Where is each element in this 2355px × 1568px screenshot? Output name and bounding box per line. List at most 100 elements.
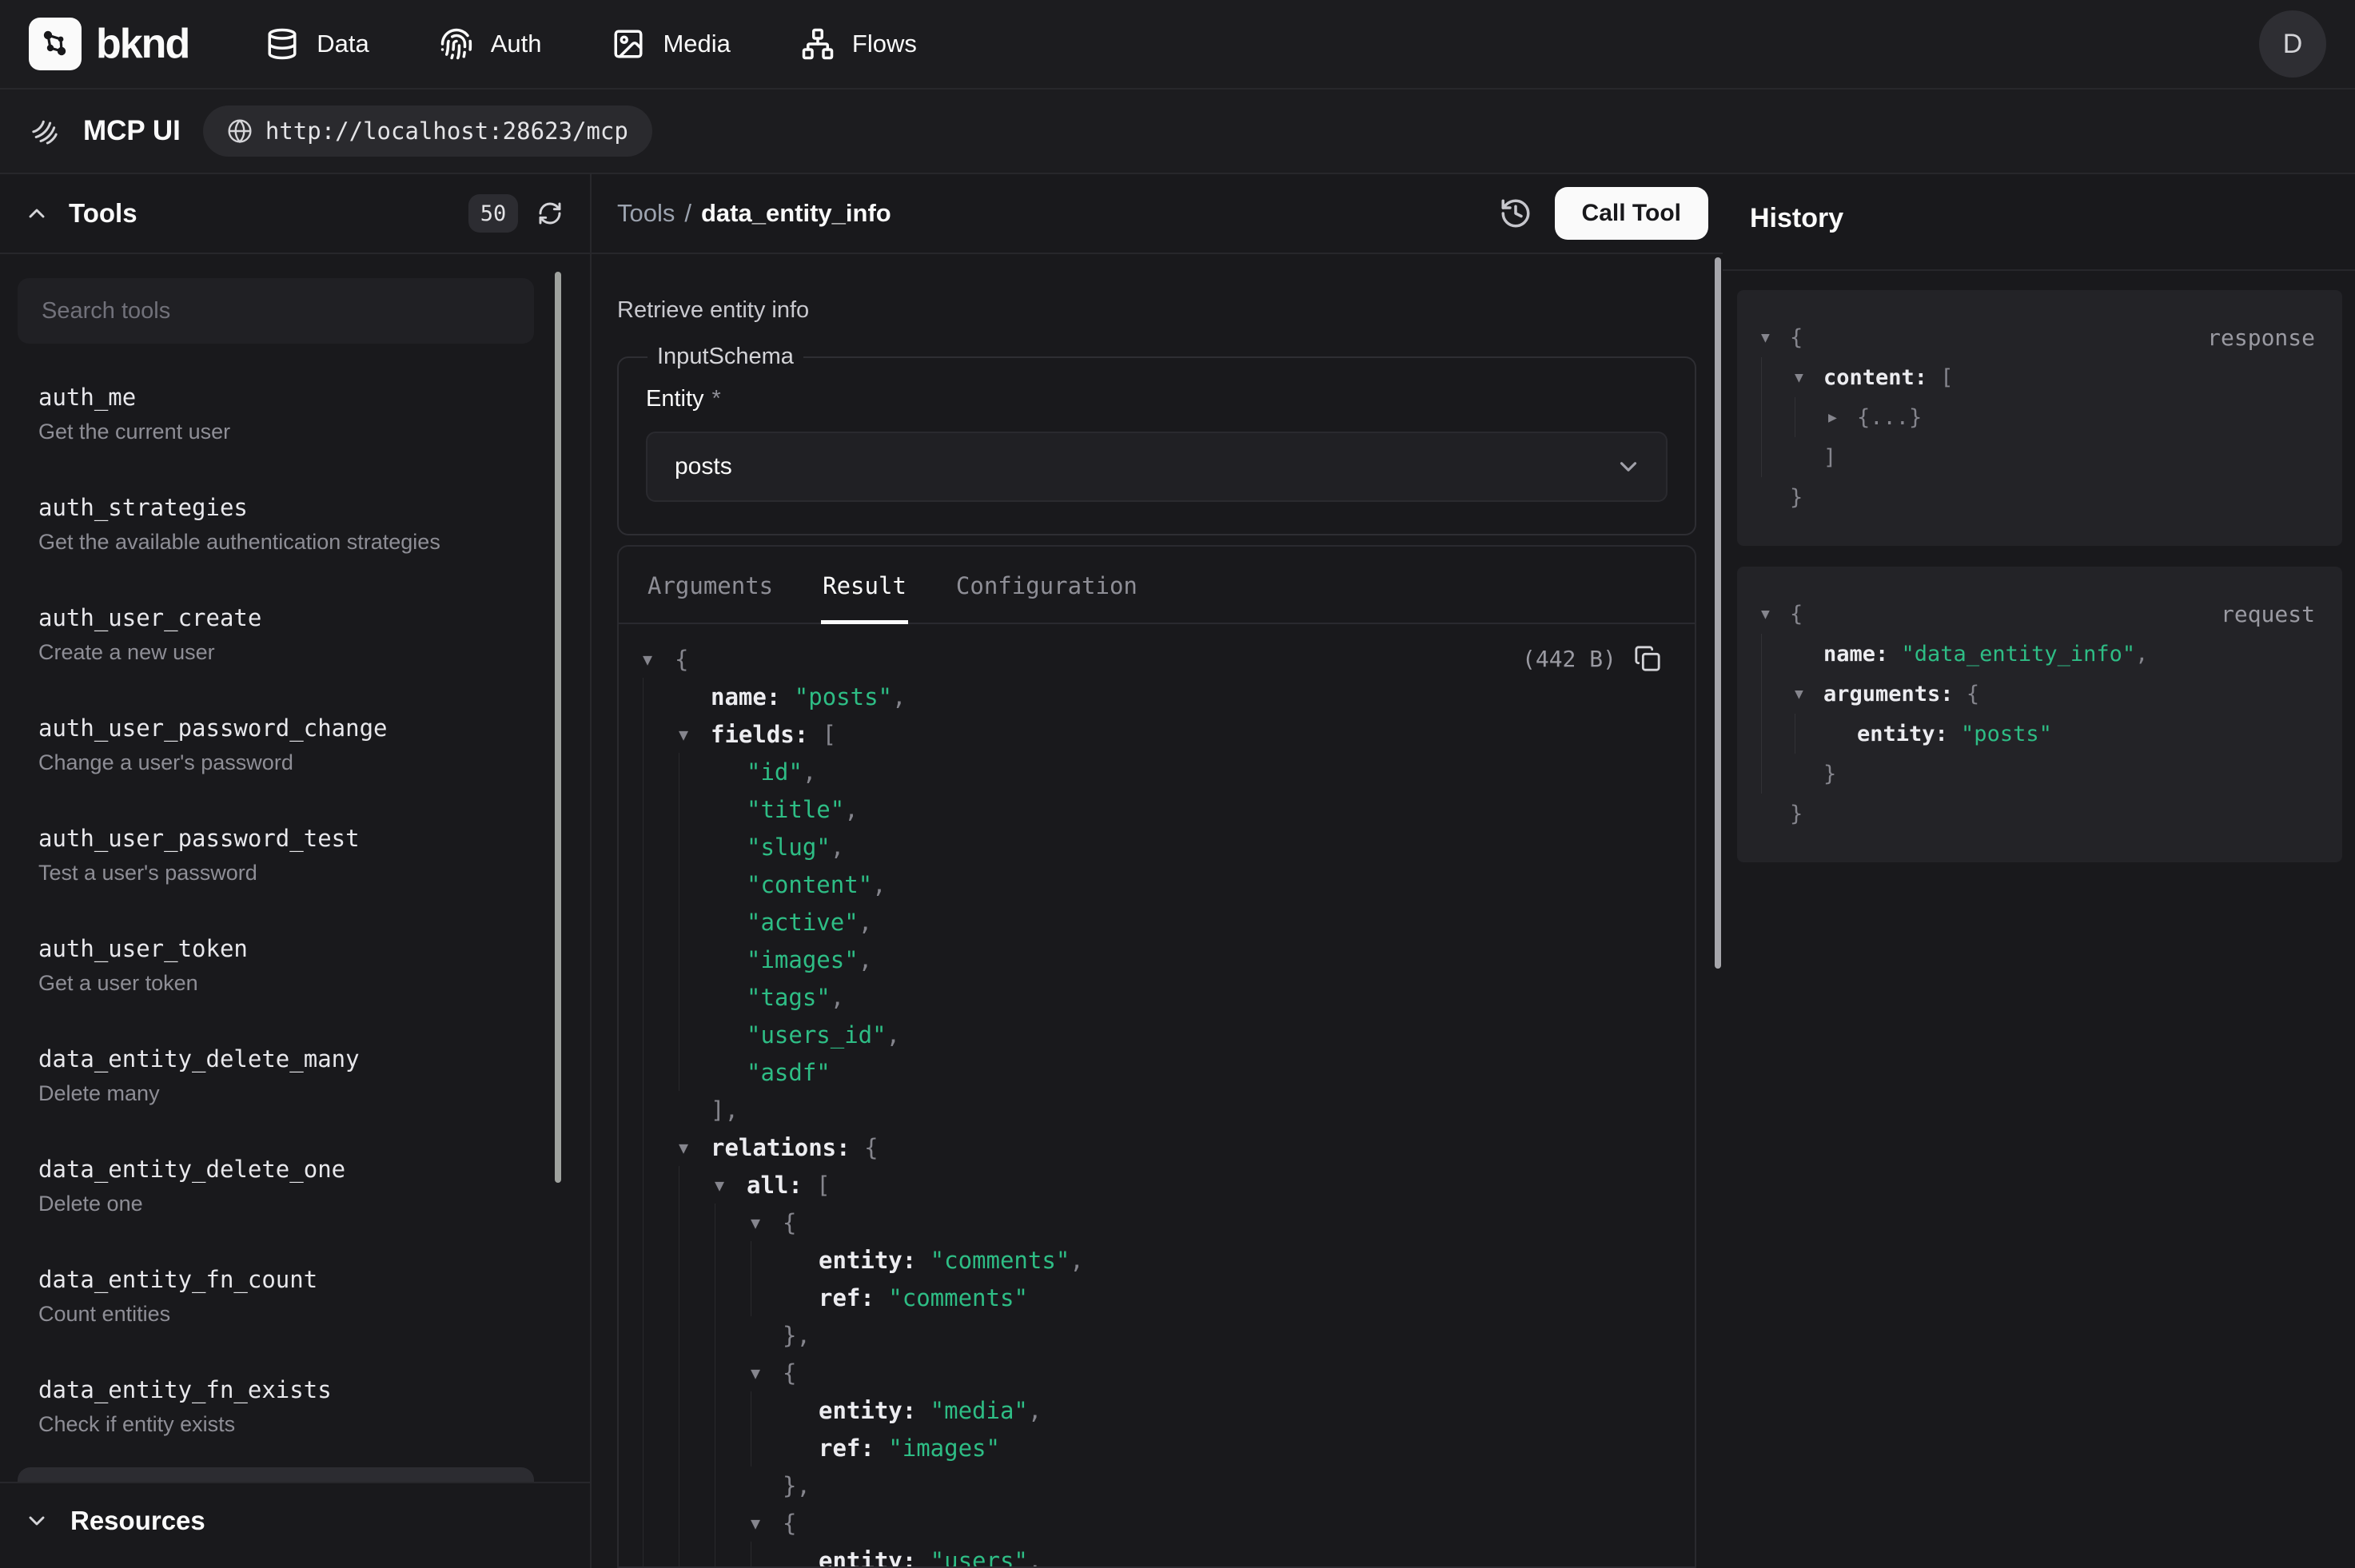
mcp-bar: MCP UI http://localhost:28623/mcp — [0, 90, 2355, 174]
tool-item-auth_strategies[interactable]: auth_strategiesGet the available authent… — [18, 475, 534, 574]
indent-guide — [643, 1241, 679, 1279]
history-clock-icon[interactable] — [1499, 197, 1532, 230]
tree-toggle-icon[interactable]: ▼ — [1761, 606, 1790, 623]
tool-item-data_entity_fn_exists[interactable]: data_entity_fn_existsCheck if entity exi… — [18, 1357, 534, 1456]
entity-select[interactable]: posts — [646, 432, 1668, 502]
resources-title: Resources — [70, 1506, 205, 1536]
indent-guide — [643, 978, 679, 1016]
json-punct: { — [1790, 602, 1803, 627]
tool-item-data_entity_info[interactable]: data_entity_infoRetrieve entity info — [18, 1467, 534, 1482]
indent-guide — [715, 1429, 751, 1467]
collapse-chevron-up-icon[interactable] — [24, 201, 50, 226]
indent-guide — [643, 1316, 679, 1354]
refresh-icon[interactable] — [537, 201, 563, 226]
indent-guide — [643, 1542, 679, 1566]
tree-toggle-icon[interactable]: ▼ — [1795, 686, 1823, 702]
tool-detail-body: Retrieve entity info InputSchema Entity*… — [592, 254, 1723, 1568]
indent-guide — [715, 1241, 751, 1279]
tree-toggle-icon[interactable]: ▼ — [679, 1138, 711, 1157]
indent-guide — [643, 941, 679, 978]
entity-field-label: Entity* — [646, 386, 1668, 412]
nav-item-media[interactable]: Media — [612, 27, 730, 61]
server-url-pill[interactable]: http://localhost:28623/mcp — [203, 105, 652, 157]
indent-guide — [679, 903, 715, 941]
tab-result[interactable]: Result — [821, 547, 908, 624]
indent-guide — [679, 1391, 715, 1429]
tool-description: Get a user token — [38, 969, 513, 997]
tree-toggle-icon[interactable]: ▼ — [1795, 369, 1823, 386]
tree-toggle-icon[interactable]: ▼ — [751, 1514, 783, 1533]
breadcrumb-tools-link[interactable]: Tools — [617, 199, 675, 227]
tool-item-auth_user_password_test[interactable]: auth_user_password_testTest a user's pas… — [18, 806, 534, 905]
breadcrumb: Tools/data_entity_info — [617, 199, 891, 228]
main-nav: Data Auth Media Flows — [265, 27, 917, 61]
tool-item-data_entity_delete_many[interactable]: data_entity_delete_manyDelete many — [18, 1026, 534, 1125]
history-card-response[interactable]: ▼{response▼content: [▶{...}]} — [1737, 290, 2342, 546]
nav-item-auth[interactable]: Auth — [440, 27, 542, 61]
json-line: ▶{...} — [1761, 397, 2315, 437]
expand-chevron-down-icon — [24, 1508, 50, 1534]
json-punct: { — [675, 646, 688, 673]
nav-item-label: Flows — [852, 30, 917, 58]
tree-toggle-icon[interactable]: ▼ — [643, 650, 675, 669]
input-schema-fieldset: InputSchema Entity* posts — [617, 344, 1696, 535]
user-avatar[interactable]: D — [2259, 10, 2326, 78]
json-punct: , — [1028, 1397, 1042, 1424]
nav-item-data[interactable]: Data — [265, 27, 369, 61]
json-key: entity: — [819, 1247, 916, 1274]
json-string: "posts" — [780, 683, 892, 710]
json-punct: , — [892, 683, 906, 710]
sidebar-scrollbar[interactable] — [555, 272, 561, 1183]
json-punct: { — [783, 1209, 796, 1236]
indent-guide — [751, 1429, 787, 1467]
tools-section-header: Tools 50 — [0, 174, 590, 254]
tool-item-auth_me[interactable]: auth_meGet the current user — [18, 364, 534, 464]
call-tool-button[interactable]: Call Tool — [1555, 187, 1708, 240]
json-key: all: — [747, 1172, 803, 1199]
resources-section-header[interactable]: Resources — [0, 1482, 590, 1568]
result-json-panel: (442 B) ▼{name: "posts",▼fields: ["id","… — [619, 624, 1695, 1566]
main-scrollbar[interactable] — [1715, 257, 1721, 969]
json-string: "posts" — [1948, 722, 2052, 746]
bknd-logo-icon — [29, 18, 82, 70]
tree-toggle-icon[interactable]: ▼ — [751, 1363, 783, 1383]
tool-item-auth_user_create[interactable]: auth_user_createCreate a new user — [18, 585, 534, 684]
json-string: "comments" — [875, 1284, 1028, 1311]
tool-detail-panel: Tools/data_entity_info Call Tool Retriev… — [592, 174, 1723, 1568]
tools-sidebar: Tools 50 auth_meGet the current userauth… — [0, 174, 592, 1568]
tool-item-auth_user_password_change[interactable]: auth_user_password_changeChange a user's… — [18, 695, 534, 794]
tree-toggle-icon[interactable]: ▶ — [1828, 409, 1857, 426]
tool-item-data_entity_delete_one[interactable]: data_entity_delete_oneDelete one — [18, 1136, 534, 1236]
tool-name: auth_user_create — [38, 603, 513, 633]
indent-guide — [643, 1166, 679, 1204]
entry-direction-label: request — [2221, 601, 2315, 627]
indent-guide — [643, 1204, 679, 1241]
tool-name: data_entity_fn_count — [38, 1264, 513, 1295]
tree-toggle-icon[interactable]: ▼ — [679, 725, 711, 744]
tools-list-scroll: auth_meGet the current user auth_strategi… — [0, 254, 590, 1482]
tool-item-auth_user_token[interactable]: auth_user_tokenGet a user token — [18, 916, 534, 1015]
tab-arguments[interactable]: Arguments — [646, 547, 775, 624]
json-line: "active", — [643, 903, 1663, 941]
json-line: ▼relations: { — [643, 1128, 1663, 1166]
json-line: entity: "users", — [643, 1542, 1663, 1566]
tool-item-data_entity_fn_count[interactable]: data_entity_fn_countCount entities — [18, 1247, 534, 1346]
history-card-request[interactable]: ▼{requestname: "data_entity_info",▼argum… — [1737, 567, 2342, 862]
json-line: "images", — [643, 941, 1663, 978]
json-string: "media" — [916, 1397, 1028, 1424]
tree-toggle-icon[interactable]: ▼ — [1761, 329, 1790, 346]
tool-description: Test a user's password — [38, 858, 513, 887]
json-string: "id" — [747, 758, 803, 786]
indent-guide — [751, 1279, 787, 1316]
nav-item-flows[interactable]: Flows — [801, 27, 917, 61]
tree-toggle-icon[interactable]: ▼ — [715, 1176, 747, 1195]
json-key: entity: — [1857, 722, 1948, 746]
tree-toggle-icon[interactable]: ▼ — [751, 1213, 783, 1232]
json-line: name: "data_entity_info", — [1761, 634, 2315, 674]
json-key: name: — [1823, 642, 1888, 667]
copy-icon[interactable] — [1634, 645, 1661, 672]
tab-configuration[interactable]: Configuration — [954, 547, 1139, 624]
brand-logo[interactable]: bknd — [29, 18, 189, 70]
indent-guide — [1795, 397, 1828, 437]
search-input[interactable] — [18, 278, 534, 344]
